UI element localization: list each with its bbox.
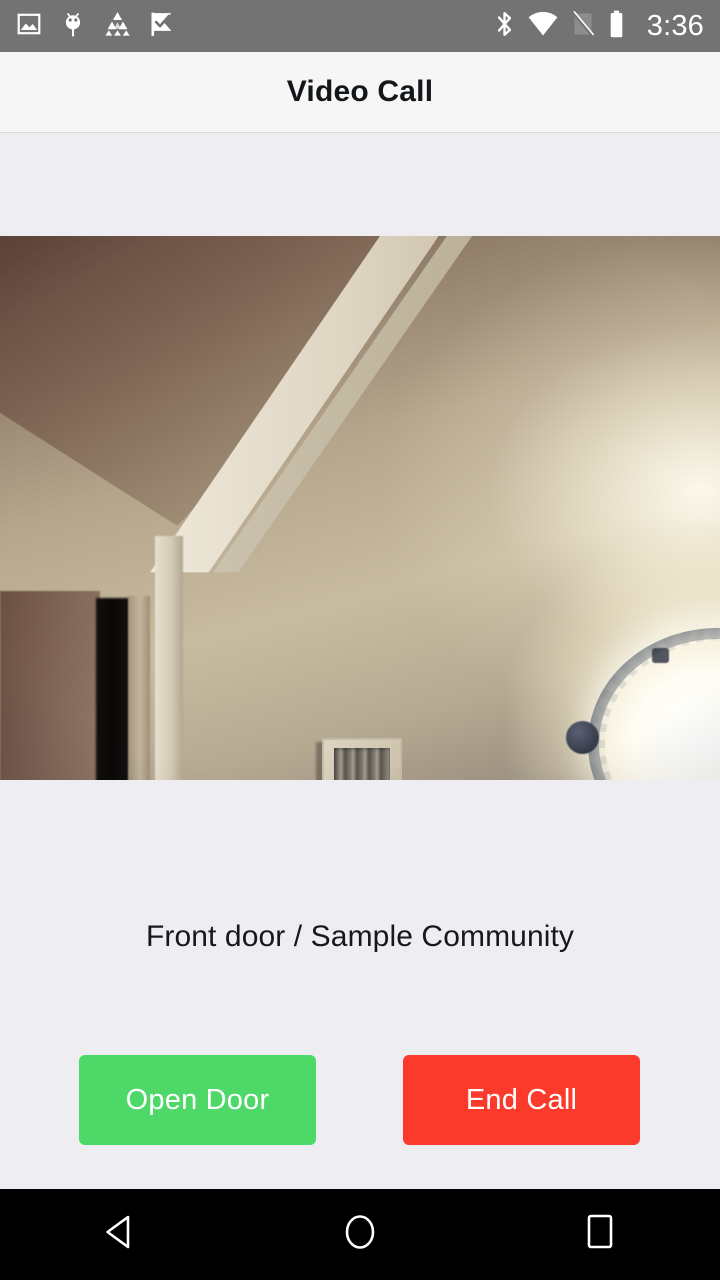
video-scene-image [0,236,720,780]
home-circle-icon [342,1212,378,1257]
battery-full-icon [608,10,625,43]
open-door-button[interactable]: Open Door [79,1055,316,1145]
page-title: Video Call [286,75,434,108]
nav-back-button[interactable] [0,1189,240,1280]
android-navigation-bar [0,1189,720,1280]
nav-home-button[interactable] [240,1189,480,1280]
wifi-icon [528,11,558,42]
caller-info: Front door / Sample Community [0,920,720,954]
bluetooth-icon [494,10,515,43]
end-call-button[interactable]: End Call [403,1055,640,1145]
recents-square-icon [584,1213,616,1256]
status-bar: 3:36 [0,0,720,52]
call-action-bar: Open Door End Call [0,1055,720,1145]
nav-recents-button[interactable] [480,1189,720,1280]
checkmark-flag-icon [149,11,175,42]
content-spacer-top [0,133,720,236]
app-screen: 3:36 Video Call Front door / Sample Comm… [0,0,720,1280]
back-triangle-icon [103,1214,137,1255]
status-bar-notification-icons [16,10,494,43]
android-debug-bug-icon [60,10,86,43]
caller-location-label: Front door / Sample Community [145,920,575,953]
status-bar-system-icons: 3:36 [494,10,704,43]
scene-grain [0,236,720,780]
status-bar-clock: 3:36 [646,9,704,42]
video-call-feed[interactable] [0,236,720,780]
cellular-no-sim-icon [571,10,595,42]
app-bar: Video Call [0,52,720,133]
triangle-grid-icon [104,11,131,41]
screenshot-image-icon [16,11,42,42]
